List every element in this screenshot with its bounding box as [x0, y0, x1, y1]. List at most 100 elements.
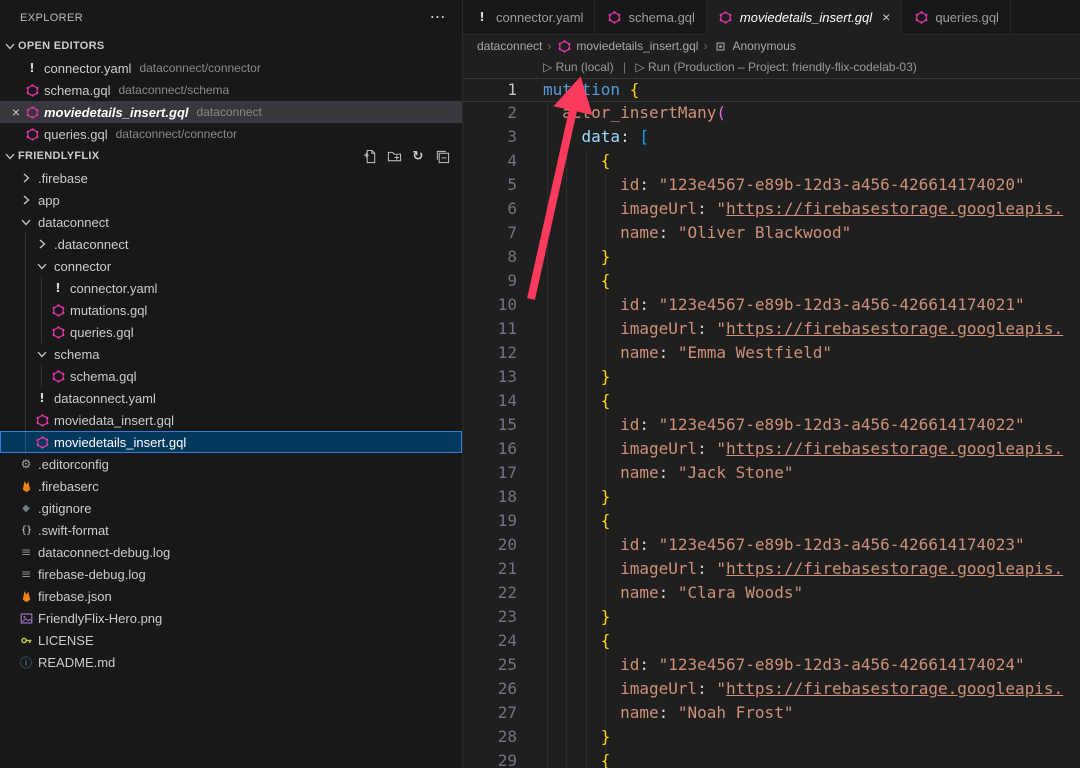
code-editor[interactable]: ▷ Run (local) | ▷ Run (Production – Proj…	[463, 57, 1080, 768]
code-line[interactable]: 16 imageUrl: "https://firebasestorage.go…	[463, 438, 1080, 462]
tree-folder[interactable]: dataconnect	[0, 211, 462, 233]
line-number: 6	[463, 198, 543, 222]
code-line[interactable]: 8 }	[463, 246, 1080, 270]
tab-queries.gql[interactable]: queries.gql	[902, 0, 1011, 34]
code-line[interactable]: 4 {	[463, 150, 1080, 174]
open-editor-item[interactable]: × moviedetails_insert.gql dataconnect	[0, 101, 462, 123]
line-number: 23	[463, 606, 543, 630]
tree-item[interactable]: FriendlyFlix-Hero.png	[0, 607, 462, 629]
file-name: moviedetails_insert.gql	[54, 435, 186, 450]
code-line[interactable]: 26 imageUrl: "https://firebasestorage.go…	[463, 678, 1080, 702]
code-line[interactable]: 13 }	[463, 366, 1080, 390]
code-line[interactable]: 18 }	[463, 486, 1080, 510]
new-folder-icon[interactable]	[386, 148, 402, 164]
code-line[interactable]: 10 id: "123e4567-e89b-12d3-a456-42661417…	[463, 294, 1080, 318]
code-line[interactable]: 25 id: "123e4567-e89b-12d3-a456-42661417…	[463, 654, 1080, 678]
line-number: 15	[463, 414, 543, 438]
code-line[interactable]: 17 name: "Jack Stone"	[463, 462, 1080, 486]
code-line[interactable]: 29 {	[463, 750, 1080, 768]
tree-item[interactable]: ⚙.editorconfig	[0, 453, 462, 475]
code-line[interactable]: 24 {	[463, 630, 1080, 654]
code-line[interactable]: 6 imageUrl: "https://firebasestorage.goo…	[463, 198, 1080, 222]
file-name: .firebase	[38, 171, 88, 186]
tab-connector.yaml[interactable]: !connector.yaml	[463, 0, 595, 34]
refresh-icon[interactable]: ↻	[410, 148, 426, 164]
code-line[interactable]: 28 }	[463, 726, 1080, 750]
open-editors-header[interactable]: OPEN EDITORS	[0, 35, 462, 57]
graphql-icon	[34, 412, 50, 428]
license-icon	[18, 632, 34, 648]
swift-icon: {}	[18, 522, 34, 538]
tree-item[interactable]: moviedetails_insert.gql	[0, 431, 462, 453]
tree-item[interactable]: schema.gql	[0, 365, 462, 387]
open-editor-item[interactable]: queries.gqldataconnect/connector	[0, 123, 462, 145]
run-production-link[interactable]: ▷ Run (Production – Project: friendly-fl…	[635, 60, 916, 74]
code-line[interactable]: 20 id: "123e4567-e89b-12d3-a456-42661417…	[463, 534, 1080, 558]
tree-item[interactable]: !connector.yaml	[0, 277, 462, 299]
tree-item[interactable]: .firebaserc	[0, 475, 462, 497]
code-text: }	[543, 246, 1080, 270]
breadcrumb-item[interactable]: Anonymous	[712, 38, 795, 54]
collapse-all-icon[interactable]	[434, 148, 450, 164]
code-line[interactable]: 15 id: "123e4567-e89b-12d3-a456-42661417…	[463, 414, 1080, 438]
run-local-link[interactable]: ▷ Run (local)	[543, 60, 614, 74]
code-text: {	[543, 150, 1080, 174]
open-editor-item[interactable]: schema.gqldataconnect/schema	[0, 79, 462, 101]
tree-item[interactable]: firebase.json	[0, 585, 462, 607]
code-line[interactable]: 23 }	[463, 606, 1080, 630]
code-line[interactable]: 7 name: "Oliver Blackwood"	[463, 222, 1080, 246]
open-editor-item[interactable]: !connector.yamldataconnect/connector	[0, 57, 462, 79]
tree-folder[interactable]: .dataconnect	[0, 233, 462, 255]
code-line[interactable]: 11 imageUrl: "https://firebasestorage.go…	[463, 318, 1080, 342]
code-line[interactable]: 27 name: "Noah Frost"	[463, 702, 1080, 726]
line-number: 24	[463, 630, 543, 654]
close-icon[interactable]: ×	[882, 10, 890, 24]
code-line[interactable]: 3 data: [	[463, 126, 1080, 150]
code-line[interactable]: 1mutation {	[463, 78, 1080, 102]
tree-item[interactable]: {}.swift-format	[0, 519, 462, 541]
new-file-icon[interactable]	[362, 148, 378, 164]
code-line[interactable]: 12 name: "Emma Westfield"	[463, 342, 1080, 366]
tree-folder[interactable]: .firebase	[0, 167, 462, 189]
tree-item[interactable]: mutations.gql	[0, 299, 462, 321]
tab-label: queries.gql	[935, 10, 999, 25]
line-number: 5	[463, 174, 543, 198]
chevron-down-icon	[34, 258, 50, 274]
tab-schema.gql[interactable]: schema.gql	[595, 0, 706, 34]
tree-item[interactable]: ⓘREADME.md	[0, 651, 462, 673]
log-icon: ≡	[18, 544, 34, 560]
breadcrumb-item[interactable]: moviedetails_insert.gql	[556, 38, 698, 54]
code-line[interactable]: 9 {	[463, 270, 1080, 294]
open-editors-label: OPEN EDITORS	[18, 40, 105, 52]
tree-item[interactable]: queries.gql	[0, 321, 462, 343]
code-line[interactable]: 22 name: "Clara Woods"	[463, 582, 1080, 606]
file-name: queries.gql	[70, 325, 134, 340]
tree-folder[interactable]: connector	[0, 255, 462, 277]
tree-item[interactable]: moviedata_insert.gql	[0, 409, 462, 431]
code-line[interactable]: 5 id: "123e4567-e89b-12d3-a456-426614174…	[463, 174, 1080, 198]
tree-folder[interactable]: app	[0, 189, 462, 211]
tree-item[interactable]: ≡firebase-debug.log	[0, 563, 462, 585]
tree-folder[interactable]: schema	[0, 343, 462, 365]
file-path: dataconnect	[197, 105, 262, 119]
close-editor-icon[interactable]: ×	[8, 105, 24, 119]
code-line[interactable]: 2 actor_insertMany(	[463, 102, 1080, 126]
tree-item[interactable]: LICENSE	[0, 629, 462, 651]
firebase-icon	[18, 478, 34, 494]
file-name: README.md	[38, 655, 115, 670]
tree-item[interactable]: !dataconnect.yaml	[0, 387, 462, 409]
file-name: moviedata_insert.gql	[54, 413, 174, 428]
code-line[interactable]: 19 {	[463, 510, 1080, 534]
tree-item[interactable]: ≡dataconnect-debug.log	[0, 541, 462, 563]
file-name: moviedetails_insert.gql	[44, 105, 189, 120]
code-line[interactable]: 21 imageUrl: "https://firebasestorage.go…	[463, 558, 1080, 582]
tree-item[interactable]: ◆.gitignore	[0, 497, 462, 519]
project-section-header[interactable]: FRIENDLYFLIX ↻	[0, 145, 462, 167]
breadcrumb-item[interactable]: dataconnect	[477, 39, 542, 53]
line-number: 16	[463, 438, 543, 462]
line-number: 7	[463, 222, 543, 246]
tab-moviedetails_insert.gql[interactable]: moviedetails_insert.gql×	[707, 0, 902, 34]
code-line[interactable]: 14 {	[463, 390, 1080, 414]
more-actions-icon[interactable]: ⋯	[430, 10, 446, 26]
line-number: 20	[463, 534, 543, 558]
